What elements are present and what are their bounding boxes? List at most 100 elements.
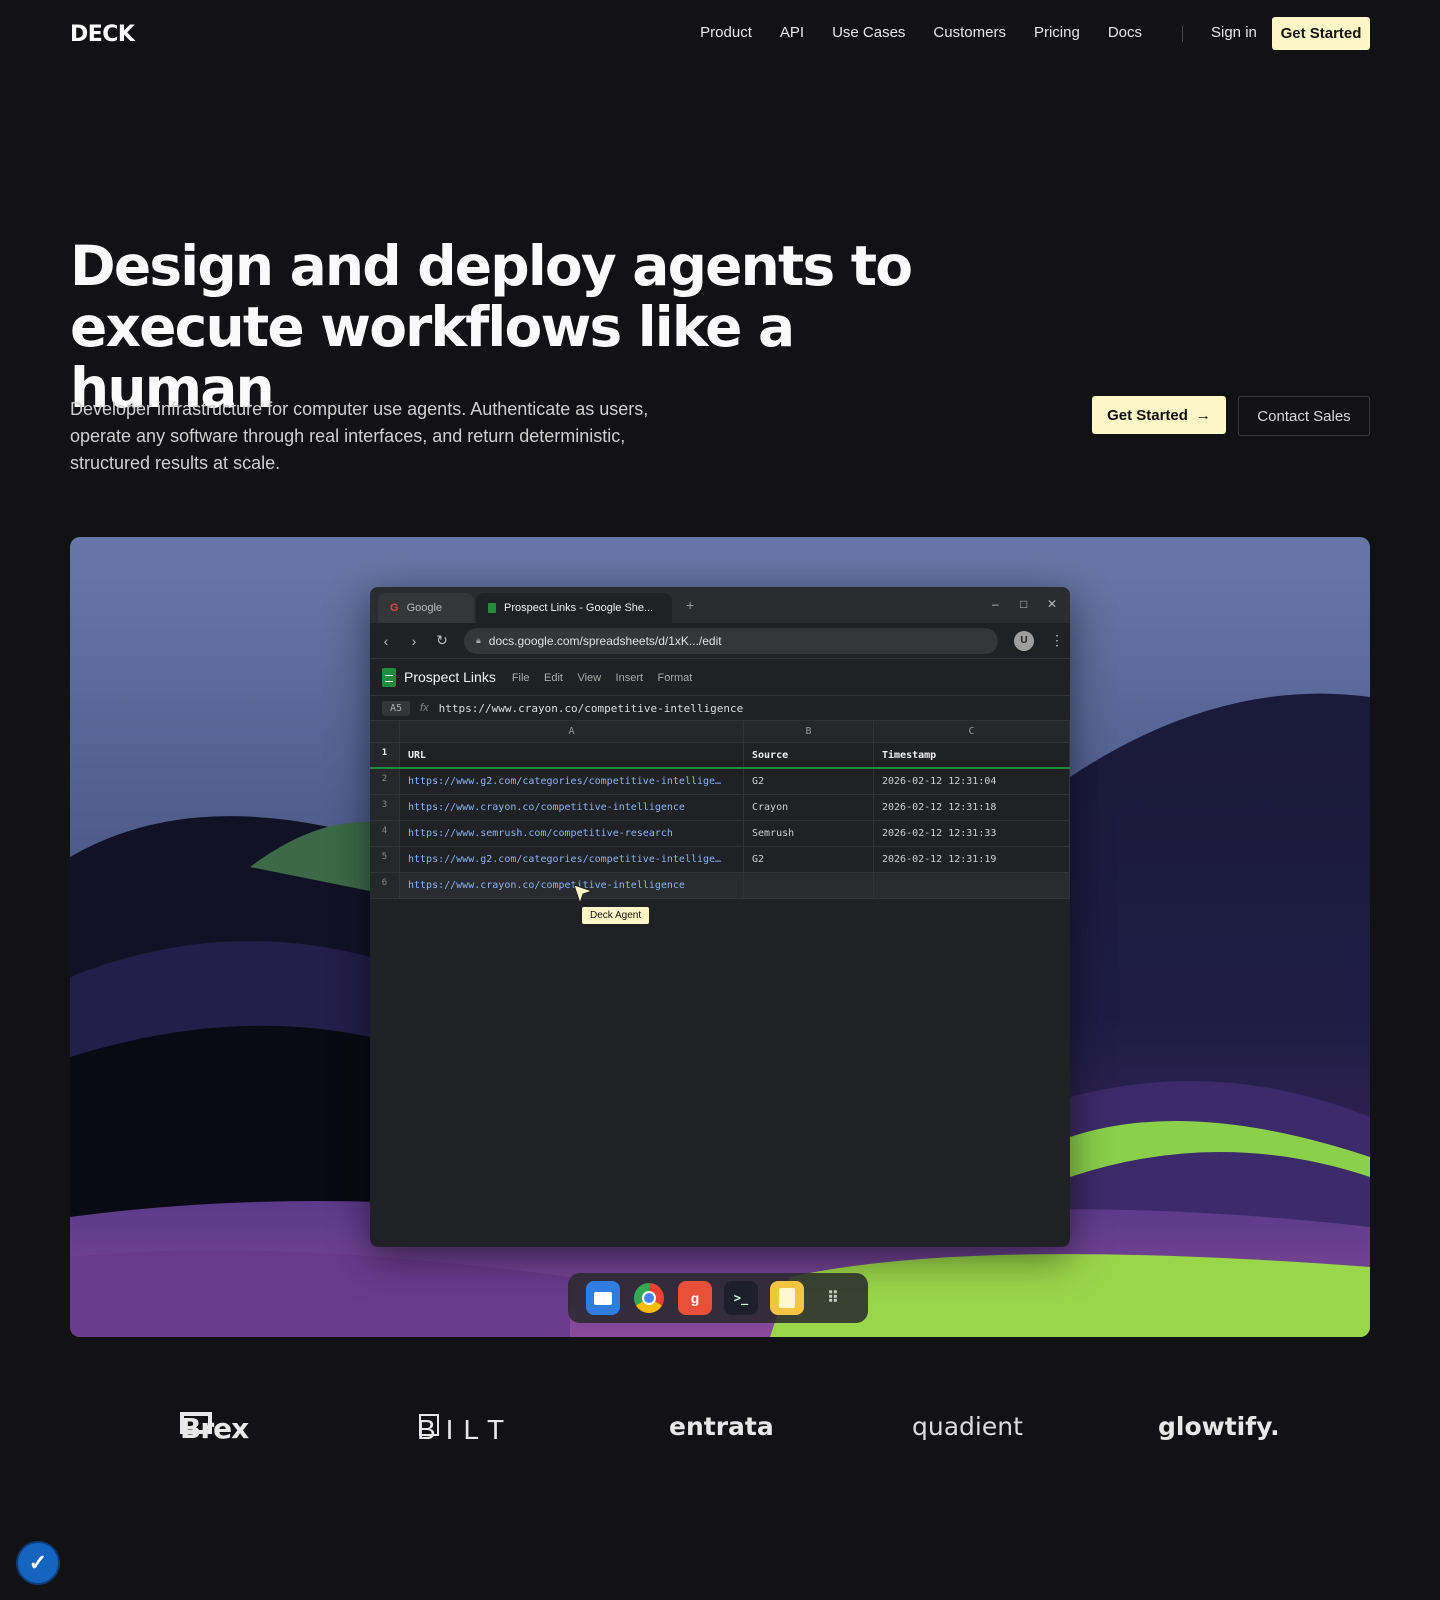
tab-bar: G Google Prospect Links - Google She... … xyxy=(370,587,1070,623)
menu-format[interactable]: Format xyxy=(658,672,693,684)
app-dock: g >_ ⠿ xyxy=(568,1273,868,1323)
tab-google-label: Google xyxy=(406,602,443,614)
cell-a5[interactable]: https://www.g2.com/categories/competitiv… xyxy=(400,847,744,872)
menu-file[interactable]: File xyxy=(512,672,530,684)
chrome-icon[interactable] xyxy=(632,1281,666,1315)
terminal-icon[interactable]: >_ xyxy=(724,1281,758,1315)
app-grid-icon[interactable]: ⠿ xyxy=(816,1281,850,1315)
url-text: docs.google.com/spreadsheets/d/1xK.../ed… xyxy=(488,633,722,648)
bilt-mark-icon xyxy=(419,1414,439,1436)
nav-link-api[interactable]: API xyxy=(780,24,804,41)
tab-prospect-links[interactable]: Prospect Links - Google She... xyxy=(476,593,672,623)
column-header-a[interactable]: A xyxy=(400,721,744,742)
nav-link-use-cases[interactable]: Use Cases xyxy=(832,24,905,41)
nav-get-started-button[interactable]: Get Started xyxy=(1272,17,1370,50)
cell-b3[interactable]: Crayon xyxy=(744,795,874,820)
cell-c5[interactable]: 2026-02-12 12:31:19 xyxy=(874,847,1070,872)
sign-in-link[interactable]: Sign in xyxy=(1211,24,1257,41)
cell-a1[interactable]: URL xyxy=(400,743,744,767)
contact-sales-button[interactable]: Contact Sales xyxy=(1238,396,1370,436)
column-header-c[interactable]: C xyxy=(874,721,1070,742)
deck-logo[interactable]: DECK xyxy=(70,22,135,47)
new-tab-icon[interactable]: + xyxy=(686,597,694,613)
cell-reference[interactable]: A5 xyxy=(382,700,411,716)
spreadsheet-grid: A B C 1 URL Source Timestamp 2 https://w… xyxy=(370,721,1070,899)
maximize-icon[interactable]: □ xyxy=(1020,597,1027,611)
cell-b5[interactable]: G2 xyxy=(744,847,874,872)
url-input[interactable]: 🔒︎ docs.google.com/spreadsheets/d/1xK...… xyxy=(464,627,998,654)
cell-b6[interactable] xyxy=(744,873,874,898)
files-icon[interactable] xyxy=(586,1281,620,1315)
avatar[interactable]: U xyxy=(1014,630,1034,651)
cell-c3[interactable]: 2026-02-12 12:31:18 xyxy=(874,795,1070,820)
formula-bar: A5 fx https://www.crayon.co/competitive-… xyxy=(370,695,1070,721)
column-header-b[interactable]: B xyxy=(744,721,874,742)
sheet-header: Prospect Links File Edit View Insert For… xyxy=(370,659,1070,695)
menu-insert[interactable]: Insert xyxy=(616,672,644,684)
hero-get-started-button[interactable]: Get Started → xyxy=(1092,396,1226,434)
row-number[interactable]: 5 xyxy=(370,847,400,872)
table-row: 4 https://www.semrush.com/competitive-re… xyxy=(370,821,1070,847)
cell-a2[interactable]: https://www.g2.com/categories/competitiv… xyxy=(400,769,744,794)
corner-cell[interactable] xyxy=(370,721,400,742)
hero-title-line1: Design and deploy agents to xyxy=(70,234,913,298)
reload-icon[interactable]: ↻ xyxy=(436,632,448,649)
formula-input[interactable]: https://www.crayon.co/competitive-intell… xyxy=(439,702,744,715)
sheet-menu: File Edit View Insert Format xyxy=(512,668,703,686)
row-number[interactable]: 4 xyxy=(370,821,400,846)
table-row: 5 https://www.g2.com/categories/competit… xyxy=(370,847,1070,873)
nav-link-customers[interactable]: Customers xyxy=(933,24,1006,41)
hero-subtitle: Developer infrastructure for computer us… xyxy=(70,399,649,473)
agent-cursor-icon xyxy=(573,884,594,905)
hero-get-started-label: Get Started xyxy=(1107,406,1188,424)
address-bar-row: ‹ › ↻ 🔒︎ docs.google.com/spreadsheets/d/… xyxy=(370,623,1070,659)
more-menu-icon[interactable]: ⋮ xyxy=(1050,632,1064,649)
g-app-icon[interactable]: g xyxy=(678,1281,712,1315)
cell-b1[interactable]: Source xyxy=(744,743,874,767)
tab-prospect-links-label: Prospect Links - Google She... xyxy=(504,602,654,614)
cell-b4[interactable]: Semrush xyxy=(744,821,874,846)
nav-link-docs[interactable]: Docs xyxy=(1108,24,1142,41)
menu-view[interactable]: View xyxy=(577,672,601,684)
cell-a3[interactable]: https://www.crayon.co/competitive-intell… xyxy=(400,795,744,820)
hero-title: Design and deploy agents to execute work… xyxy=(70,236,970,419)
cell-c6[interactable] xyxy=(874,873,1070,898)
cell-c1[interactable]: Timestamp xyxy=(874,743,1070,767)
close-icon[interactable]: ✕ xyxy=(1047,597,1057,611)
row-number[interactable]: 1 xyxy=(370,743,400,767)
browser-window: G Google Prospect Links - Google She... … xyxy=(370,587,1070,1247)
cell-a4[interactable]: https://www.semrush.com/competitive-rese… xyxy=(400,821,744,846)
table-row: 1 URL Source Timestamp xyxy=(370,743,1070,769)
customer-logos: Brex BILT entrata quadient glowtify. xyxy=(0,1412,1440,1452)
nav-link-product[interactable]: Product xyxy=(700,24,752,41)
menu-edit[interactable]: Edit xyxy=(544,672,563,684)
table-row: 3 https://www.crayon.co/competitive-inte… xyxy=(370,795,1070,821)
nav-link-pricing[interactable]: Pricing xyxy=(1034,24,1080,41)
logo-entrata: entrata xyxy=(669,1412,774,1441)
product-showcase: G Google Prospect Links - Google She... … xyxy=(70,537,1370,1337)
row-number[interactable]: 6 xyxy=(370,873,400,898)
lock-icon: 🔒︎ xyxy=(476,635,481,645)
cell-b2[interactable]: G2 xyxy=(744,769,874,794)
column-headers: A B C xyxy=(370,721,1070,743)
fx-icon: fx xyxy=(420,702,429,714)
sheet-title[interactable]: Prospect Links xyxy=(404,669,496,685)
sheets-logo-icon xyxy=(382,667,396,687)
logo-quadient: quadient xyxy=(912,1412,1023,1441)
table-row: 2 https://www.g2.com/categories/competit… xyxy=(370,769,1070,795)
sheets-icon xyxy=(488,603,496,613)
tab-google[interactable]: G Google xyxy=(378,593,474,623)
row-number[interactable]: 2 xyxy=(370,769,400,794)
agent-cursor-label: Deck Agent xyxy=(582,907,650,924)
row-number[interactable]: 3 xyxy=(370,795,400,820)
arrow-right-icon: → xyxy=(1195,406,1211,424)
cell-c2[interactable]: 2026-02-12 12:31:04 xyxy=(874,769,1070,794)
back-icon[interactable]: ‹ xyxy=(380,633,392,649)
logo-brex-text: Brex xyxy=(180,1412,249,1445)
notes-icon[interactable] xyxy=(770,1281,804,1315)
accessibility-badge[interactable]: ✓ xyxy=(16,1541,60,1585)
logo-glowtify: glowtify. xyxy=(1158,1412,1280,1441)
cell-c4[interactable]: 2026-02-12 12:31:33 xyxy=(874,821,1070,846)
forward-icon[interactable]: › xyxy=(408,633,420,649)
minimize-icon[interactable]: – xyxy=(992,597,999,611)
